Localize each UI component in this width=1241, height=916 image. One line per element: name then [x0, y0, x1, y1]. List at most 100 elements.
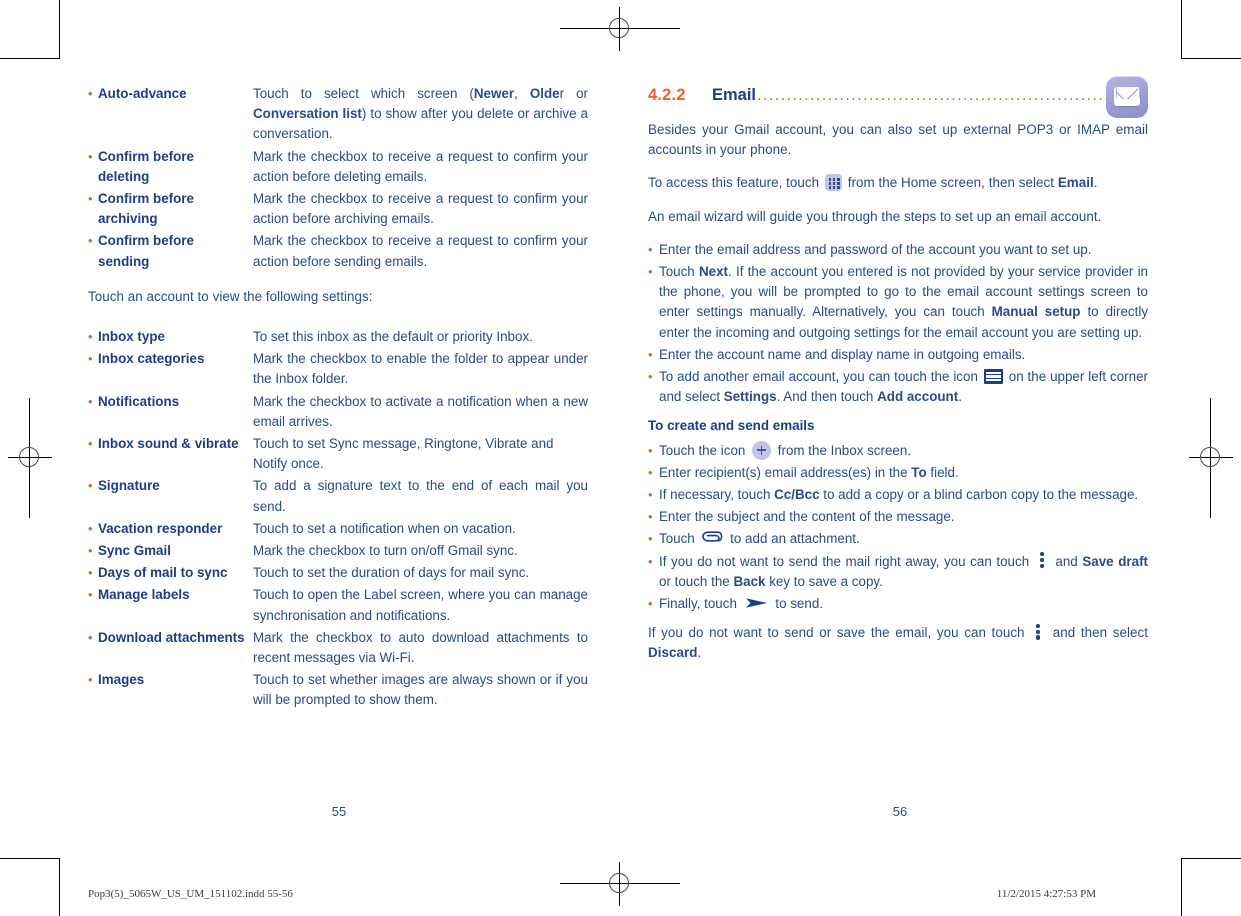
setting-description: To add a signature text to the end of ea… [253, 478, 588, 514]
emphasis-text: Newer [473, 86, 515, 101]
send-arrow-icon [745, 595, 768, 611]
setting-description: Mark the checkbox to enable the folder t… [253, 351, 588, 387]
account-settings-table: • Inbox type To set this inbox as the defa… [88, 327, 588, 711]
section-title: Email [712, 86, 757, 104]
list-item-text: Enter the account name and display name … [659, 346, 1026, 362]
emphasis-text: Back [733, 573, 766, 589]
setting-name: Manage labels [98, 587, 190, 603]
list-item-text: If necessary, touch Cc/Bcc to add a copy… [659, 487, 1139, 503]
setting-description: Touch to open the Label screen, where yo… [253, 587, 588, 623]
dot-leaders: ........................................… [757, 86, 1146, 104]
bullet-icon: • [648, 596, 653, 612]
plus-circle-icon [752, 440, 772, 460]
crop-mark-top-right-horizontal [1182, 58, 1241, 59]
emphasis-text: Next [698, 264, 729, 280]
email-wizard-paragraph: An email wizard will guide you through t… [648, 208, 1102, 224]
registration-mark-top-center [560, 7, 680, 51]
settings-row: • Inbox type To set this inbox as the defa… [88, 327, 588, 347]
bullet-icon: • [88, 191, 93, 207]
bullet-icon: • [648, 442, 653, 458]
bullet-icon: • [88, 478, 93, 494]
crop-mark-bottom-left-horizontal [0, 858, 59, 859]
bullet-icon: • [88, 86, 93, 101]
list-item-text: Enter the subject and the content of the… [659, 509, 955, 525]
list-item: • To add another email account, you can t… [648, 367, 1148, 407]
emphasis-text: Settings [723, 389, 777, 405]
email-discard-paragraph: If you do not want to send or save the e… [648, 623, 1148, 661]
email-intro-paragraph: Besides your Gmail account, you can also… [648, 122, 1148, 158]
list-item: • Touch the icon from the Inbox screen. [648, 440, 1148, 461]
section-number: 4.2.2 [648, 86, 686, 104]
setting-description: Touch to set the duration of days for ma… [253, 565, 530, 581]
overflow-dots-icon [1039, 552, 1045, 569]
overflow-dots-icon [1036, 623, 1041, 640]
list-item: • Enter recipient(s) email address(es) in… [648, 463, 1148, 483]
settings-row: • Confirm before sending Mark the checkbox… [88, 231, 588, 271]
setting-name: Download attachments [98, 629, 245, 645]
email-access-paragraph: To access this feature, touch from the H… [648, 174, 1098, 192]
bullet-icon: • [88, 672, 93, 688]
list-item: • If you do not want to send the mail rig… [648, 552, 1148, 592]
paperclip-icon [701, 530, 723, 546]
list-item-text: Touch Next. If the account you entered i… [659, 264, 1149, 340]
list-item: • Enter the subject and the content of th… [648, 507, 1148, 527]
setting-name: Vacation responder [98, 520, 223, 536]
list-item-text: If you do not want to send the mail righ… [659, 552, 1148, 589]
right-page-content: 4.2.2 Email ............................… [648, 76, 1149, 664]
list-item-text: Finally, touch to send. [659, 595, 823, 612]
email-create-steps: • Touch the icon from the Inbox screen. • E… [648, 440, 1148, 615]
bullet-icon: • [88, 393, 93, 409]
list-lines-icon [983, 369, 1003, 385]
bullet-icon: • [648, 264, 653, 280]
setting-name: Sync Gmail [98, 543, 171, 559]
setting-description: To set this inbox as the default or prio… [253, 329, 533, 345]
crop-mark-top-left-horizontal [0, 58, 59, 59]
settings-row: • Download attachments Mark the checkbox t… [88, 628, 588, 668]
setting-description: Mark the checkbox to receive a request t… [253, 233, 588, 269]
list-item: • Touch to add an attachment. [648, 529, 1148, 549]
registration-mark-left-middle [8, 398, 52, 518]
list-item-text: Touch the icon from the Inbox screen. [659, 440, 912, 460]
bullet-icon: • [88, 520, 93, 536]
settings-row: • Notifications Mark the checkbox to activ… [88, 392, 588, 432]
crop-mark-bottom-left-vertical [59, 858, 60, 916]
settings-row: • Auto-advance Touch to select which scree… [88, 84, 588, 145]
settings-row: • Confirm before deleting Mark the checkbo… [88, 147, 588, 187]
setting-name: Confirm before deleting [98, 148, 194, 184]
emphasis-text: Olde [529, 86, 560, 101]
setting-description: Touch to set whether images are always s… [253, 672, 588, 708]
apps-grid-icon [824, 174, 842, 192]
bullet-icon: • [648, 369, 653, 385]
settings-row: • Signature To add a signature text to the… [88, 476, 588, 516]
footer-timestamp: 11/2/2015 4:27:53 PM [996, 888, 1096, 900]
emphasis-text: To [911, 464, 927, 480]
bullet-icon: • [88, 543, 93, 559]
bullet-icon: • [648, 346, 653, 362]
settings-row: • Days of mail to sync Touch to set the du… [88, 563, 588, 583]
emphasis-text: Discard [648, 645, 698, 661]
bullet-icon: • [88, 436, 93, 452]
list-item-text: Enter the email address and password of … [659, 241, 1092, 257]
settings-row: • Inbox sound & vibrate Touch to set Sync … [88, 434, 588, 474]
gmail-settings-table-top: • Auto-advance Touch to select which scree… [88, 84, 588, 272]
setting-description: Mark the checkbox to activate a notifica… [253, 393, 588, 429]
setting-name: Inbox categories [98, 351, 205, 367]
crop-mark-bottom-right-vertical [1181, 858, 1182, 916]
registration-mark-right-middle [1189, 398, 1233, 518]
setting-name: Inbox type [98, 329, 165, 345]
emphasis-text: Email [1057, 175, 1094, 191]
bullet-icon: • [88, 233, 93, 249]
setting-description: Touch to set a notification when on vaca… [253, 520, 516, 536]
setting-name: Images [98, 672, 145, 688]
emphasis-text: Conversation list [253, 106, 362, 122]
left-page-number: 55 [331, 804, 347, 819]
setting-description: Mark the checkbox to receive a request t… [253, 148, 588, 184]
setting-description: Mark the checkbox to receive a request t… [253, 191, 588, 227]
setting-name: Auto-advance [98, 86, 187, 101]
crop-mark-top-left-vertical [59, 0, 60, 59]
emphasis-text: Cc/Bcc [774, 487, 820, 503]
setting-name: Inbox sound & vibrate [98, 436, 239, 452]
emphasis-text: Manual setup [991, 304, 1081, 320]
list-item: • Enter the account name and display name… [648, 345, 1148, 365]
setting-name: Days of mail to sync [98, 565, 228, 581]
